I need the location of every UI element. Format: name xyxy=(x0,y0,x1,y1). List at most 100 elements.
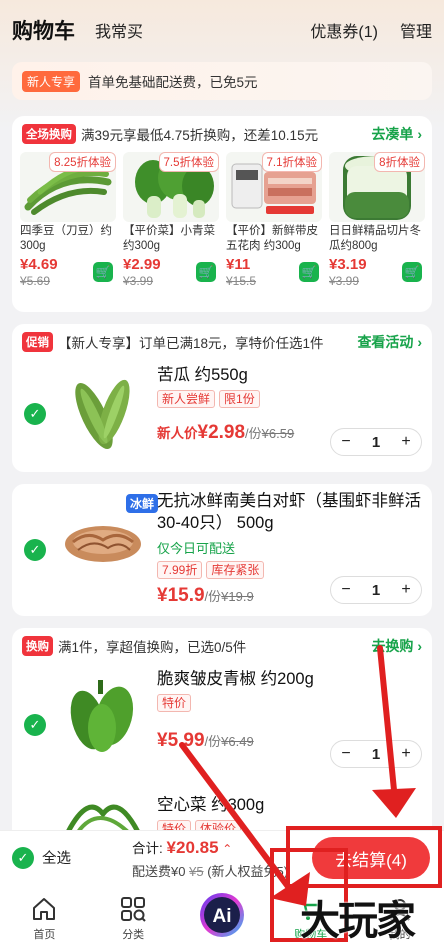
fee-label: 配送费¥0 xyxy=(132,864,186,879)
select-all-label: 全选 xyxy=(42,851,71,867)
item-tags: 特价 xyxy=(157,694,422,712)
item-tag: 限1份 xyxy=(219,390,260,408)
plus-button[interactable]: + xyxy=(391,745,421,763)
item-name: 空心菜 约300g xyxy=(157,796,265,814)
item-price: ¥2.98 xyxy=(197,422,246,443)
select-all-checkbox[interactable]: ✓ xyxy=(12,846,34,869)
add-to-cart-icon[interactable]: 🛒 xyxy=(196,262,216,282)
exchange-card-header: 换购 满1件，享超值换购，已选0/5件 去换购 › xyxy=(12,628,432,664)
chevron-up-icon[interactable]: ⌃ xyxy=(222,842,232,856)
home-icon xyxy=(33,898,56,920)
item-tags: 新人尝鲜 限1份 xyxy=(157,390,422,408)
promo-card-header: 促销 【新人专享】订单已满18元，享特价任选1件 查看活动 › xyxy=(12,324,432,360)
view-activity-link[interactable]: 查看活动 › xyxy=(357,332,422,352)
swap-item-name: 【平价菜】小青菜约300g xyxy=(123,225,215,252)
item-tag: 特价 xyxy=(157,694,192,712)
shrimp-image xyxy=(58,504,148,594)
add-to-cart-icon[interactable]: 🛒 xyxy=(402,262,422,282)
quantity-stepper[interactable]: − 1 + xyxy=(330,576,422,604)
total-label: 合计: xyxy=(132,841,163,856)
swap-items-row: 8.25折体验 四季豆（刀豆）约300g ¥4.69 ¥5.69 🛒 7.5折体… xyxy=(12,152,432,288)
bitter-melon-image xyxy=(58,366,148,456)
item-name: 无抗冰鲜南美白对虾（基围虾非鲜活30-40只） 500g xyxy=(157,492,421,532)
cart-item-green-pepper[interactable]: ✓ 脆爽皱皮青椒 约200g 特价 ¥5.99 /份 ¥6.49 − 1 + xyxy=(12,664,432,786)
svg-text:Ai: Ai xyxy=(212,906,231,927)
item-checkbox[interactable]: ✓ xyxy=(24,403,46,425)
item-orig-price: ¥19.9 xyxy=(221,589,254,604)
quantity-value[interactable]: 1 xyxy=(361,746,391,763)
water-spinach-image xyxy=(58,794,148,834)
discount-tag: 7.5折体验 xyxy=(158,152,219,172)
pork-belly-image: 7.1折体验 xyxy=(226,152,322,222)
item-orig-price: ¥6.49 xyxy=(221,734,254,749)
item-checkbox[interactable]: ✓ xyxy=(24,539,46,561)
tab-home[interactable]: 首页 xyxy=(0,884,89,947)
cart-item-shrimp[interactable]: ✓ 冰鲜 无抗冰鲜南美白对虾（基围虾非鲜活30-40只） 500g 仅今日可配送… xyxy=(12,484,432,616)
discount-tag: 8.25折体验 xyxy=(49,152,116,172)
swap-card: 全场换购 满39元享最低4.75折换购，还差10.15元 去凑单 › 8.25折… xyxy=(12,116,432,312)
item-unit: /份 xyxy=(204,589,222,604)
item-name: 脆爽皱皮青椒 约200g xyxy=(157,670,314,688)
shrimp-card: ✓ 冰鲜 无抗冰鲜南美白对虾（基围虾非鲜活30-40只） 500g 仅今日可配送… xyxy=(12,484,432,616)
quantity-stepper[interactable]: − 1 + xyxy=(330,428,422,456)
coupon-button[interactable]: 优惠券(1) xyxy=(310,18,378,42)
discount-tag: 7.1折体验 xyxy=(261,152,322,172)
total-summary: 合计: ¥20.85 ⌃ xyxy=(132,837,232,858)
swap-item[interactable]: 8折体验 日日鲜精品切片冬瓜约800g ¥3.19 ¥3.99 🛒 xyxy=(329,152,432,288)
item-unit: /份 xyxy=(245,426,262,441)
green-beans-image: 8.25折体验 xyxy=(20,152,116,222)
swap-card-header: 全场换购 满39元享最低4.75折换购，还差10.15元 去凑单 › xyxy=(12,116,432,152)
select-all[interactable]: ✓ 全选 xyxy=(12,846,71,869)
minus-button[interactable]: − xyxy=(331,745,361,763)
item-tag: 库存紧张 xyxy=(206,561,265,579)
swap-item-name: 日日鲜精品切片冬瓜约800g xyxy=(329,225,421,252)
page-title: 购物车 xyxy=(12,20,75,43)
exchange-tag: 换购 xyxy=(22,636,53,656)
quantity-value[interactable]: 1 xyxy=(361,582,391,599)
add-to-cart-icon[interactable]: 🛒 xyxy=(93,262,113,282)
exchange-text: 满1件，享超值换购，已选0/5件 xyxy=(58,640,247,655)
promo-tag: 促销 xyxy=(22,332,53,352)
chilled-badge: 冰鲜 xyxy=(126,494,159,513)
item-name: 苦瓜 约550g xyxy=(157,366,248,384)
ai-icon: Ai xyxy=(199,893,244,937)
item-checkbox[interactable]: ✓ xyxy=(24,714,46,736)
add-to-cart-icon[interactable]: 🛒 xyxy=(299,262,319,282)
swap-item[interactable]: 7.5折体验 【平价菜】小青菜约300g ¥2.99 ¥3.99 🛒 xyxy=(123,152,226,288)
watermark-logo: 大玩家 xyxy=(300,897,416,944)
item-orig-price: ¥6.59 xyxy=(261,426,295,441)
promo-text: 【新人专享】订单已满18元，享特价任选1件 xyxy=(58,336,324,351)
tab-often-buy[interactable]: 我常买 xyxy=(95,18,143,42)
new-user-tag: 新人专享 xyxy=(22,70,81,92)
tab-label: 分类 xyxy=(122,929,145,941)
minus-button[interactable]: − xyxy=(331,433,361,451)
promo-card: 促销 【新人专享】订单已满18元，享特价任选1件 查看活动 › ✓ 苦瓜 约55… xyxy=(12,324,432,472)
fee-orig: ¥5 xyxy=(189,864,204,879)
cart-item-bitter-melon[interactable]: ✓ 苦瓜 约550g 新人尝鲜 限1份 新人价 ¥2.98 /份 ¥6.59 −… xyxy=(12,360,432,468)
swap-item-name: 【平价】新鲜带皮五花肉 约300g xyxy=(226,225,318,252)
item-price: ¥5.99 xyxy=(157,730,205,751)
minus-button[interactable]: − xyxy=(331,581,361,599)
swap-item[interactable]: 8.25折体验 四季豆（刀豆）约300g ¥4.69 ¥5.69 🛒 xyxy=(20,152,123,288)
bok-choy-image: 7.5折体验 xyxy=(123,152,219,222)
manage-button[interactable]: 管理 xyxy=(400,18,432,42)
swap-item[interactable]: 7.1折体验 【平价】新鲜带皮五花肉 约300g ¥11 ¥15.5 🛒 xyxy=(226,152,329,288)
plus-button[interactable]: + xyxy=(391,433,421,451)
green-pepper-image xyxy=(58,670,148,760)
swap-tag: 全场换购 xyxy=(22,124,76,144)
tab-ai[interactable]: Ai xyxy=(178,884,267,947)
plus-button[interactable]: + xyxy=(391,581,421,599)
delivery-fee: 配送费¥0 ¥5 (新人权益免5) xyxy=(132,861,288,880)
go-exchange-link[interactable]: 去换购 › xyxy=(371,636,422,656)
tab-category[interactable]: 分类 xyxy=(89,884,178,947)
tab-label: 首页 xyxy=(33,929,56,941)
swap-item-name: 四季豆（刀豆）约300g xyxy=(20,225,112,252)
item-tag: 7.99折 xyxy=(157,561,203,579)
new-user-text: 首单免基础配送费，已免5元 xyxy=(88,75,258,90)
item-unit: /份 xyxy=(204,734,222,749)
go-add-items-link[interactable]: 去凑单 › xyxy=(371,124,422,144)
quantity-stepper[interactable]: − 1 + xyxy=(330,740,422,768)
new-user-banner: 新人专享 首单免基础配送费，已免5元 xyxy=(12,62,432,100)
discount-tag: 8折体验 xyxy=(374,152,425,172)
quantity-value[interactable]: 1 xyxy=(361,434,391,451)
